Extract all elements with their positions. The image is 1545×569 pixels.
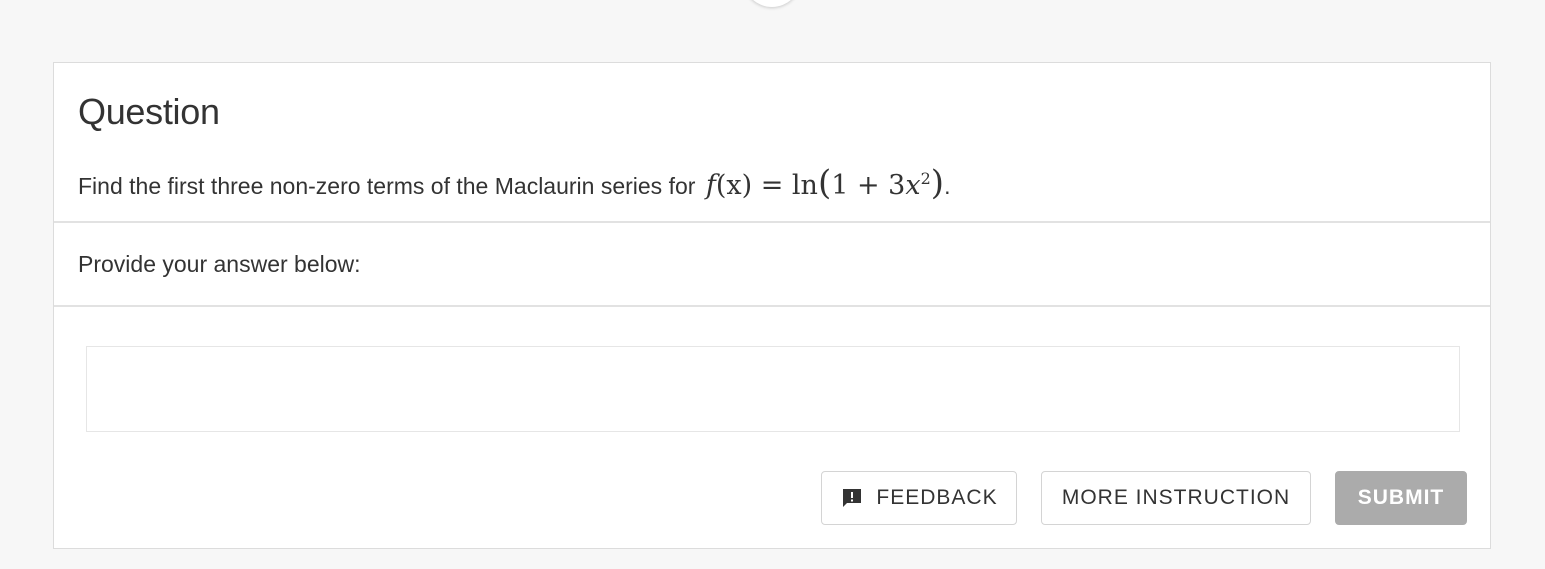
question-text: Find the first three non-zero terms of t… (78, 163, 951, 203)
question-card: Question Find the first three non-zero t… (53, 62, 1491, 549)
answer-prompt-section: Provide your answer below: (54, 223, 1490, 307)
question-title: Question (78, 91, 220, 132)
more-instruction-label: MORE INSTRUCTION (1061, 486, 1291, 509)
feedback-label: FEEDBACK (876, 486, 998, 509)
feedback-icon (843, 489, 862, 507)
math-formula: f(x) = ln(1 + 3x2) (705, 163, 945, 203)
submit-label: SUBMIT (1357, 486, 1445, 509)
question-section: Question Find the first three non-zero t… (54, 63, 1490, 223)
answer-prompt: Provide your answer below: (78, 251, 361, 277)
top-handle (743, 0, 801, 7)
answer-input[interactable] (86, 346, 1460, 432)
feedback-button[interactable]: FEEDBACK (821, 471, 1017, 525)
question-prompt: Find the first three non-zero terms of t… (78, 173, 696, 199)
more-instruction-button[interactable]: MORE INSTRUCTION (1041, 471, 1311, 525)
submit-button[interactable]: SUBMIT (1335, 471, 1467, 525)
